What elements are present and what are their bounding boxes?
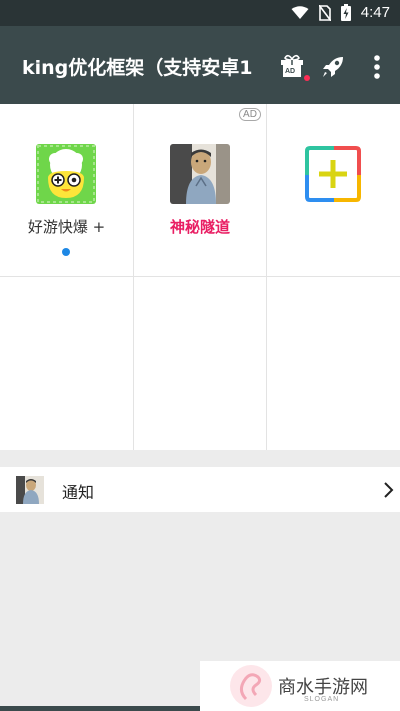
new-indicator-dot xyxy=(62,248,70,256)
ad-badge: AD xyxy=(239,108,261,121)
add-app-tile[interactable] xyxy=(267,104,400,277)
notification-label: 通知 xyxy=(62,483,95,502)
more-vertical-icon xyxy=(374,55,380,79)
person-app-icon xyxy=(170,144,230,204)
empty-app-slot xyxy=(134,277,267,450)
app-name: 好游快爆 + xyxy=(27,218,106,236)
status-bar: 4:47 xyxy=(0,0,400,26)
watermark: 商水手游网 SLOGAN xyxy=(200,661,400,711)
add-plus-icon xyxy=(303,144,363,204)
gift-ad-button[interactable]: AD xyxy=(278,52,306,80)
app-tile[interactable]: AD 神秘隧道 xyxy=(134,104,267,277)
gift-ad-label: AD xyxy=(285,68,296,75)
wifi-icon xyxy=(291,5,309,19)
notification-dot xyxy=(304,75,310,81)
app-name: 神秘隧道 xyxy=(169,218,230,236)
app-grid: 好游快爆 + AD 神秘隧道 xyxy=(0,104,400,450)
rocket-icon xyxy=(323,57,343,77)
page-title: king优化框架（支持安卓1 xyxy=(22,57,253,79)
watermark-slogan: SLOGAN xyxy=(304,696,340,703)
chick-app-icon xyxy=(36,144,96,204)
notification-row[interactable]: 通知 xyxy=(0,467,400,512)
battery-charging-icon xyxy=(340,4,351,21)
watermark-logo xyxy=(230,665,272,707)
boost-button[interactable] xyxy=(318,52,348,82)
no-sim-icon xyxy=(318,4,331,21)
clock-time: 4:47 xyxy=(360,4,390,21)
avatar xyxy=(16,476,44,504)
empty-app-slot xyxy=(267,277,400,450)
app-tile[interactable]: 好游快爆 + xyxy=(0,104,134,277)
gift-icon xyxy=(281,54,303,77)
chevron-right-icon xyxy=(384,482,394,498)
more-options-button[interactable] xyxy=(364,52,390,82)
app-bar: king优化框架（支持安卓1 AD xyxy=(0,26,400,104)
bottom-edge xyxy=(0,706,200,711)
empty-app-slot xyxy=(0,277,134,450)
